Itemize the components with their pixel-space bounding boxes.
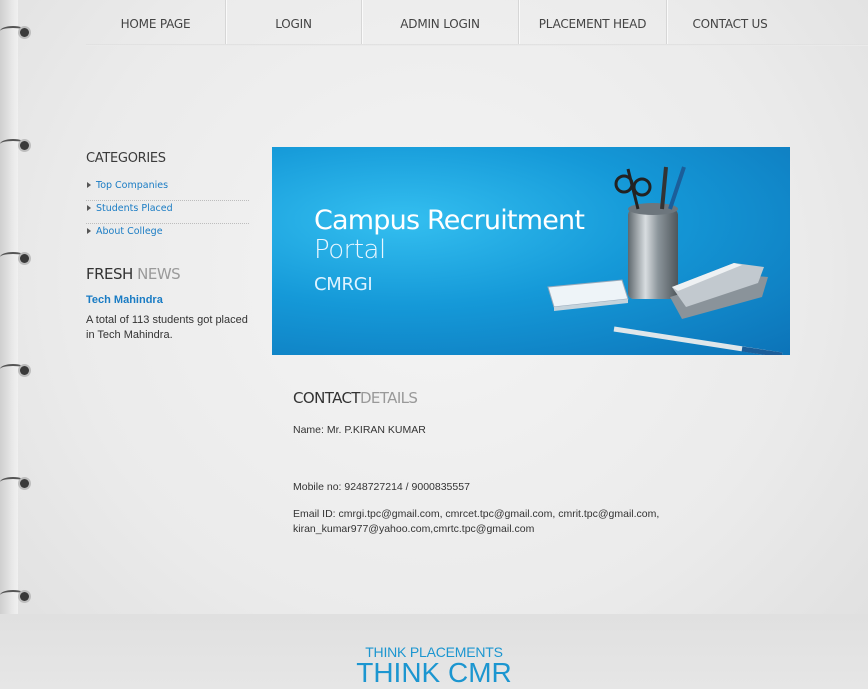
nav-home-page[interactable]: HOME PAGE	[86, 0, 226, 46]
bullet-arrow-icon	[87, 182, 91, 188]
fresh-news-heading-part2: NEWS	[137, 265, 181, 283]
category-top-companies[interactable]: Top Companies	[86, 178, 249, 201]
hero-banner: Campus Recruitment Portal CMRGI	[272, 147, 790, 355]
spiral-ring-icon	[0, 24, 34, 38]
pen-icon	[613, 326, 783, 355]
news-item-title[interactable]: Tech Mahindra	[86, 294, 163, 306]
spiral-ring-icon	[0, 475, 34, 489]
category-label: Top Companies	[96, 180, 169, 191]
contact-heading-part1: CONTACT	[293, 389, 361, 407]
spiral-ring-icon	[0, 137, 34, 151]
nav-divider	[86, 44, 868, 46]
category-students-placed[interactable]: Students Placed	[86, 201, 249, 224]
contact-mobile: Mobile no: 9248727214 / 9000835557	[293, 481, 470, 493]
desk-supplies-illustration	[547, 166, 783, 355]
category-about-college[interactable]: About College	[86, 224, 249, 246]
categories-list: Top Companies Students Placed About Coll…	[86, 178, 249, 246]
category-label: About College	[96, 226, 163, 237]
spiral-ring-icon	[0, 250, 34, 264]
fresh-news-heading: FRESH NEWS	[86, 265, 181, 283]
bullet-arrow-icon	[87, 205, 91, 211]
nav-admin-login[interactable]: ADMIN LOGIN	[362, 0, 519, 46]
category-label: Students Placed	[96, 203, 173, 214]
spiral-ring-icon	[0, 588, 34, 602]
contact-name: Name: Mr. P.KIRAN KUMAR	[293, 424, 426, 436]
nav-login[interactable]: LOGIN	[226, 0, 362, 46]
nav-contact-us[interactable]: CONTACT US	[667, 0, 793, 46]
top-nav: HOME PAGE LOGIN ADMIN LOGIN PLACEMENT HE…	[86, 0, 793, 46]
spiral-ring-icon	[0, 362, 34, 376]
nav-placement-head[interactable]: PLACEMENT HEAD	[519, 0, 667, 46]
pen-holder-icon	[614, 166, 686, 299]
fresh-news-heading-part1: FRESH	[86, 265, 133, 283]
contact-details-heading: CONTACTDETAILS	[293, 389, 418, 407]
notepad-icon	[547, 279, 629, 311]
contact-email: Email ID: cmrgi.tpc@gmail.com, cmrcet.tp…	[293, 508, 660, 535]
stapler-icon	[670, 263, 768, 319]
bullet-arrow-icon	[87, 228, 91, 234]
news-item-body: A total of 113 students got placed in Te…	[86, 314, 248, 341]
footer-tagline-large: THINK CMR	[356, 657, 512, 688]
categories-heading: CATEGORIES	[86, 151, 166, 166]
contact-heading-part2: DETAILS	[359, 389, 418, 407]
